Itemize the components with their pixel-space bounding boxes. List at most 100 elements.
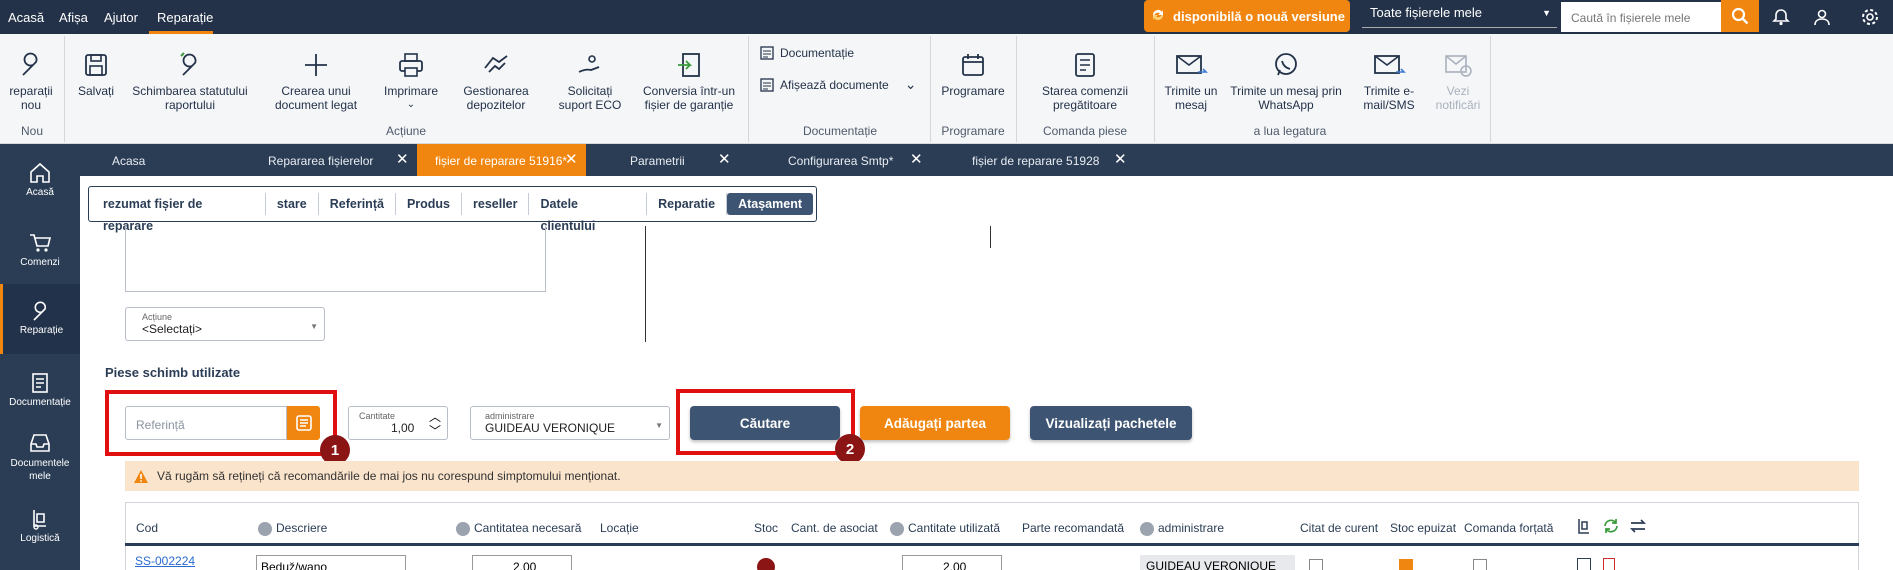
subtab-reference[interactable]: Referință	[319, 193, 396, 215]
update-available-button[interactable]: disponibilă o nouă versiune	[1144, 0, 1350, 32]
sidebar-item-home[interactable]: Acasă	[0, 162, 80, 198]
used-qty-stepper[interactable]: 2,00	[902, 555, 1002, 570]
list-icon	[295, 415, 312, 431]
column-header-administration[interactable]: administrare	[1140, 521, 1224, 536]
subtab-product[interactable]: Produs	[396, 193, 462, 215]
tab-repair-file-51928[interactable]: fișier de reparare 51928 ✕	[972, 144, 1132, 176]
scheduling-button[interactable]: Programare	[938, 50, 1008, 98]
subtab-client-data[interactable]: Datele clientului	[529, 193, 648, 233]
eco-support-button[interactable]: Solicitați suport ECO	[552, 50, 628, 112]
parts-order-label: Starea comenzii pregătitoare	[1041, 84, 1129, 112]
column-header-description[interactable]: Descriere	[258, 521, 327, 536]
warranty-conversion-button[interactable]: Conversia într-un fișier de garanție	[640, 50, 738, 112]
administration-select[interactable]: GUIDEAU VERONIQUE	[1140, 555, 1295, 570]
delete-row-icon[interactable]	[1603, 558, 1615, 570]
part-code-link[interactable]: SS-002224	[135, 554, 195, 568]
manage-deposits-button[interactable]: Gestionarea depozitelor	[458, 50, 534, 112]
column-header-stock[interactable]: Stoc	[754, 521, 778, 535]
subtab-repair[interactable]: Reparatie	[647, 193, 728, 215]
refresh-icon[interactable]	[1602, 517, 1620, 540]
column-header-qty-to-associate[interactable]: Cant. de asociat	[791, 521, 878, 535]
notes-textarea[interactable]	[125, 226, 546, 292]
view-notifications-button[interactable]: Vezi notificări	[1428, 50, 1488, 112]
group-separator	[748, 36, 749, 142]
column-header-current-quote[interactable]: Citat de curent	[1300, 521, 1378, 535]
chevron-down-icon: ▼	[310, 322, 318, 331]
view-notifications-label: Vezi notificări	[1435, 84, 1481, 112]
column-header-out-of-stock[interactable]: Stoc epuizat	[1390, 521, 1456, 535]
chevron-down-icon[interactable]: ﹀	[429, 422, 441, 439]
quantity-stepper[interactable]: Cantitate 1,00 ︿ ﹀	[348, 406, 448, 440]
create-linked-document-button[interactable]: Crearea unui document legat	[264, 50, 368, 112]
convert-document-icon	[678, 53, 700, 77]
add-part-button[interactable]: Adăugați partea	[860, 406, 1010, 440]
menu-item-repair[interactable]: Reparație	[157, 10, 213, 25]
documentation-button[interactable]: Documentație	[760, 46, 854, 60]
file-filter-select[interactable]: Toate fișierele mele ▼	[1362, 2, 1557, 28]
column-header-code[interactable]: Cod	[136, 521, 158, 535]
send-whatsapp-button[interactable]: Trimite un mesaj prin WhatsApp	[1226, 50, 1346, 112]
subtab-status[interactable]: stare	[266, 193, 319, 215]
subtab-summary[interactable]: rezumat fișier de reparare	[92, 193, 266, 233]
quantity-label: Cantitate	[359, 411, 396, 421]
administrator-select[interactable]: administrare GUIDEAU VERONIQUE ▼	[470, 406, 670, 440]
sidebar-item-repair[interactable]: Reparație	[0, 284, 80, 354]
out-of-stock-checkbox[interactable]	[1399, 559, 1413, 570]
close-icon[interactable]: ✕	[1114, 150, 1127, 168]
description-input[interactable]: Beduž/wano	[256, 555, 406, 570]
column-header-forced-order[interactable]: Comanda forțată	[1464, 521, 1553, 535]
tab-parameters[interactable]: Parametrii ✕	[620, 144, 780, 176]
view-packages-button[interactable]: Vizualizați pachetele	[1030, 406, 1192, 440]
tab-home[interactable]: Acasa	[102, 144, 232, 176]
search-button[interactable]	[1721, 0, 1759, 32]
tab-smtp-config[interactable]: Configurarea Smtp* ✕	[788, 144, 948, 176]
search-input[interactable]: Caută în fișierele mele	[1561, 2, 1721, 32]
column-header-recommended-part[interactable]: Parte recomandată	[1022, 521, 1124, 535]
save-label: Salvați	[77, 84, 115, 98]
subtab-attachment[interactable]: Atașament	[727, 193, 813, 215]
column-header-label: Descriere	[276, 521, 328, 535]
close-icon[interactable]: ✕	[565, 150, 578, 168]
current-quote-checkbox[interactable]	[1309, 559, 1323, 570]
swap-icon[interactable]	[1629, 517, 1647, 540]
print-button[interactable]: Imprimare ⌄	[380, 50, 442, 112]
reference-lookup-button[interactable]	[287, 406, 320, 440]
tab-label: fișier de reparare 51916*	[435, 154, 568, 168]
close-icon[interactable]: ✕	[910, 150, 923, 168]
column-header-required-qty[interactable]: Cantitatea necesară	[456, 521, 581, 536]
search-parts-button[interactable]: Căutare	[690, 406, 840, 440]
save-button[interactable]: Salvați	[74, 50, 118, 98]
show-documents-button[interactable]: Afișează documente ⌄	[760, 76, 916, 93]
tab-repair-file-51916[interactable]: fișier de reparare 51916* ✕	[417, 144, 586, 176]
menu-item-home[interactable]: Acasă	[8, 10, 44, 25]
close-icon[interactable]: ✕	[718, 150, 731, 168]
new-repair-button[interactable]: reparații nou	[4, 50, 58, 112]
subtab-reseller[interactable]: reseller	[462, 193, 530, 215]
edit-row-icon[interactable]	[1577, 558, 1591, 570]
required-qty-stepper[interactable]: 2,00	[472, 555, 572, 570]
reference-input[interactable]: Referință	[125, 406, 287, 440]
sidebar-item-orders[interactable]: Comenzi	[0, 232, 80, 268]
send-email-sms-button[interactable]: Trimite e-mail/SMS	[1354, 50, 1424, 112]
user-icon[interactable]	[1810, 5, 1834, 29]
column-settings-icon[interactable]	[1576, 517, 1592, 540]
gear-icon[interactable]	[1858, 5, 1882, 29]
change-status-button[interactable]: Schimbarea statutului raportului	[128, 50, 252, 112]
menu-item-show[interactable]: Afișa	[59, 10, 88, 25]
close-icon[interactable]: ✕	[396, 150, 409, 168]
sidebar-item-logistics[interactable]: Logistică	[0, 508, 80, 544]
parts-order-status-button[interactable]: Starea comenzii pregătitoare	[1024, 50, 1146, 112]
column-header-used-qty[interactable]: Cantitate utilizată	[890, 521, 1000, 536]
action-select[interactable]: Acțiune <Selectați> ▼	[125, 307, 325, 341]
send-message-label: Trimite un mesaj	[1164, 84, 1218, 112]
column-header-location[interactable]: Locație	[600, 521, 639, 535]
tab-repair-files[interactable]: Repararea fișierelor ✕	[258, 144, 418, 176]
sidebar-item-label: Logistică	[20, 533, 60, 544]
forced-order-checkbox[interactable]	[1473, 559, 1487, 570]
menu-item-help[interactable]: Ajutor	[104, 10, 138, 25]
cart-icon	[30, 234, 52, 252]
sidebar-item-documentation[interactable]: Documentație	[0, 372, 80, 408]
bell-icon[interactable]	[1769, 5, 1793, 29]
send-message-button[interactable]: Trimite un mesaj	[1158, 50, 1224, 112]
sidebar-item-my-documents[interactable]: Documentele mele	[0, 432, 80, 483]
